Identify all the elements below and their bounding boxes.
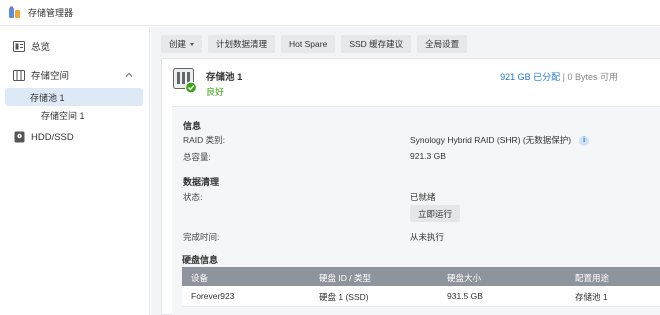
global-settings-button[interactable]: 全局设置 [417,35,468,53]
raid-type-label: RAID 类别: [183,135,226,145]
table-row[interactable]: Forever923 硬盘 1 (SSD) 931.5 GB 存储池 1 [182,286,660,307]
ssd-cache-advisor-button[interactable]: SSD 缓存建议 [341,35,412,53]
hdd-icon [13,131,25,143]
scrub-status-value: 已就绪 [410,192,436,202]
sidebar-item-label: 存储空间 [31,71,70,82]
create-dropdown-button[interactable]: 创建 [161,35,203,53]
sidebar: 总览 存储空间 存储池 1 存储空间 1 HDD/SSD [0,27,150,315]
window-titlebar: 存储管理器 [0,0,660,26]
column-header-disk-size: 硬盘大小 [447,273,482,283]
hot-spare-button[interactable]: Hot Spare [281,35,336,53]
run-now-button[interactable]: 立即运行 [410,205,460,222]
allocated-capacity: 921 GB 已分配 [500,72,561,82]
disk-device-cell: Forever923 [191,291,235,301]
disk-usage-cell: 存储池 1 [575,292,608,302]
raid-type-value: Synology Hybrid RAID (SHR) (无数据保护) i [410,134,590,146]
disk-table-header: 设备 硬盘 ID / 类型 硬盘大小 配置用途 [182,267,660,286]
disk-id-cell: 硬盘 1 (SSD) [319,292,369,302]
pool-capacity-summary: 921 GB 已分配 | 0 Bytes 可用 [500,70,618,83]
available-capacity: 0 Bytes 可用 [567,72,618,82]
sidebar-item-label: 存储池 1 [30,92,65,103]
sidebar-item-storage-space[interactable]: 存储空间 [0,64,150,86]
sidebar-item-label: HDD/SSD [31,131,74,143]
total-capacity-label: 总容量: [183,152,211,162]
disk-info-table: 设备 硬盘 ID / 类型 硬盘大小 配置用途 Forever923 硬盘 1 … [182,267,660,307]
raid-type-text: Synology Hybrid RAID (SHR) (无数据保护) [410,135,572,145]
caret-down-icon [190,42,195,46]
storage-manager-app-icon [8,6,22,20]
column-header-usage: 配置用途 [575,273,610,283]
scrub-status-label: 状态: [183,192,203,202]
disk-info-section-title: 硬盘信息 [182,255,219,265]
info-section-title: 信息 [183,121,202,131]
sidebar-item-storage-pool[interactable]: 存储池 1 [5,88,143,106]
column-header-disk-id: 硬盘 ID / 类型 [319,273,371,283]
scrub-schedule-button[interactable]: 计划数据清理 [208,35,276,53]
pool-name: 存储池 1 [206,72,243,83]
sidebar-item-volume[interactable]: 存储空间 1 [5,106,143,124]
storage-space-icon [13,69,25,81]
finish-time-label: 完成时间: [183,232,220,242]
total-capacity-value: 921.3 GB [410,151,446,161]
toolbar: 创建 计划数据清理 Hot Spare SSD 缓存建议 全局设置 [161,35,468,53]
scrub-section-title: 数据清理 [183,177,220,187]
sidebar-item-hdd-ssd[interactable]: HDD/SSD [0,126,150,148]
chevron-up-icon[interactable] [124,70,134,80]
sidebar-item-label: 存储空间 1 [41,110,85,121]
sidebar-item-overview[interactable]: 总览 [0,35,150,57]
app-title: 存储管理器 [28,8,74,18]
create-label: 创建 [169,39,187,49]
finish-time-value: 从未执行 [410,232,445,242]
storage-pool-icon [173,68,198,94]
overview-icon [13,40,25,52]
disk-size-cell: 931.5 GB [447,291,483,301]
column-header-device: 设备 [191,273,209,283]
info-icon[interactable]: i [579,135,590,146]
sidebar-item-label: 总览 [31,42,51,53]
pool-header[interactable]: 存储池 1 良好 921 GB 已分配 | 0 Bytes 可用 [162,59,660,105]
pool-health-status: 良好 [206,87,225,97]
